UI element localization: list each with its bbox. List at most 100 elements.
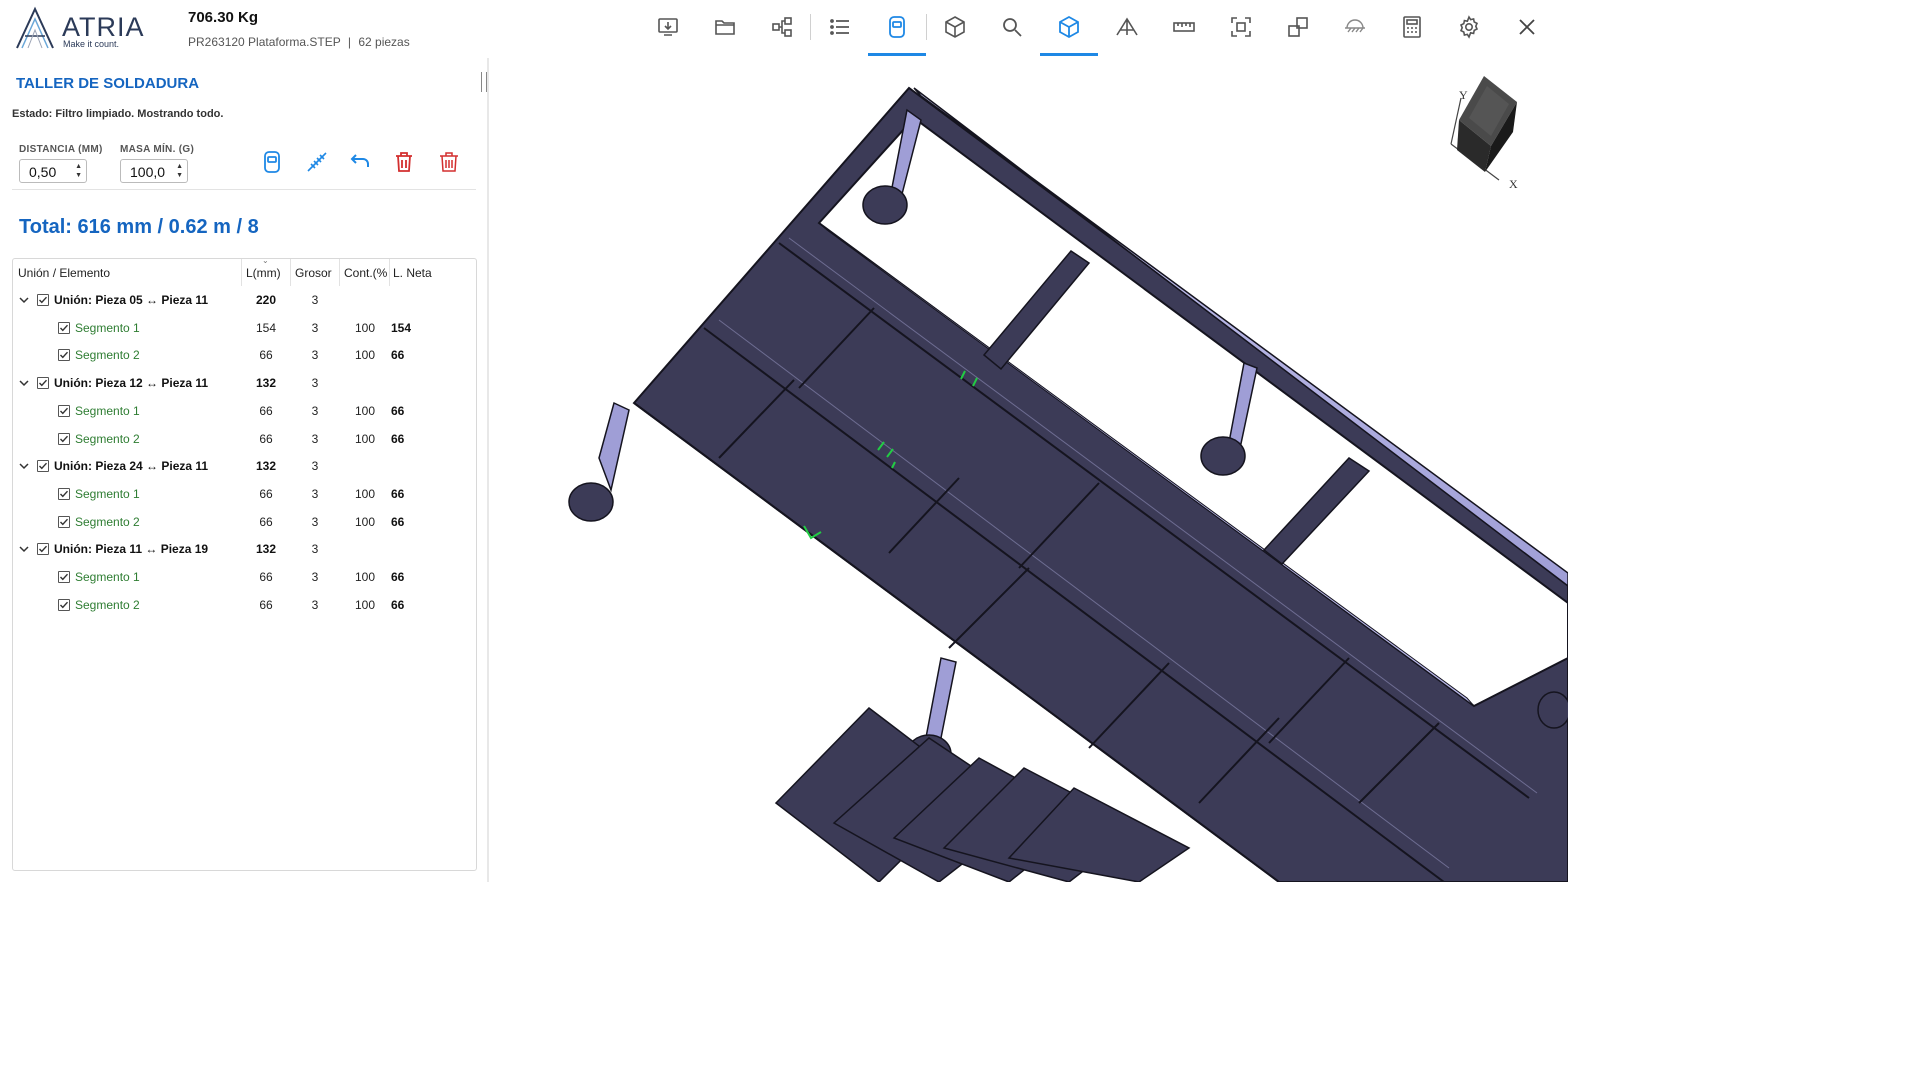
segment-net-length: 66: [391, 431, 405, 446]
table-row-segment[interactable]: Segmento 1 66 3 100 66: [13, 481, 476, 509]
segment-checkbox[interactable]: [58, 321, 70, 334]
import-icon[interactable]: [651, 8, 685, 46]
table-row-group[interactable]: Unión: Pieza 05 ↔ Pieza 11 220 3: [13, 287, 476, 315]
table-row-group[interactable]: Unión: Pieza 24 ↔ Pieza 11 132 3: [13, 453, 476, 481]
segment-length: 66: [259, 570, 273, 584]
group-length: 220: [255, 293, 277, 307]
segment-checkbox[interactable]: [58, 515, 70, 528]
assembly-tree-icon[interactable]: [765, 8, 799, 46]
group-checkbox[interactable]: [37, 377, 49, 390]
segment-name: Segmento 2: [75, 514, 140, 529]
delete-all-icon: [440, 152, 458, 172]
delete-button[interactable]: [390, 148, 418, 176]
header-length[interactable]: L(mm): [246, 266, 281, 280]
group-thickness: 3: [311, 376, 319, 391]
header-continuity[interactable]: Cont.(%: [344, 266, 387, 280]
group-checkbox[interactable]: [37, 294, 49, 306]
segment-net-length: 154: [391, 320, 412, 335]
segment-thickness: 3: [311, 514, 319, 529]
chevron-down-icon[interactable]: [18, 459, 30, 471]
table-row-group[interactable]: Unión: Pieza 12 ↔ Pieza 11 132 3: [13, 370, 476, 398]
undo-button[interactable]: [346, 148, 374, 176]
segment-checkbox[interactable]: [58, 349, 70, 362]
splitter-grip[interactable]: [481, 72, 487, 92]
table-row-group[interactable]: Unión: Pieza 11 ↔ Pieza 19 132 3: [13, 536, 476, 564]
segment-net-length: 66: [391, 597, 405, 612]
group-checkbox[interactable]: [37, 543, 49, 556]
group-length: 132: [255, 459, 277, 474]
weld-mask-icon[interactable]: [868, 8, 926, 56]
segment-name: Segmento 2: [75, 431, 140, 446]
table-row-segment[interactable]: Segmento 2 66 3 100 66: [13, 509, 476, 537]
segment-thickness: 3: [311, 597, 319, 612]
segment-continuity: 100: [354, 570, 376, 584]
group-length: 132: [255, 542, 277, 557]
model-weight: 706.30 Kg: [188, 9, 259, 26]
folder-icon[interactable]: [708, 8, 742, 46]
table-row-segment[interactable]: Segmento 1 154 3 100 154: [13, 315, 476, 343]
segment-name: Segmento 2: [75, 348, 140, 363]
table-row-segment[interactable]: Segmento 1 66 3 100 66: [13, 564, 476, 592]
chevron-down-icon[interactable]: [18, 293, 30, 305]
section-icon[interactable]: [1110, 8, 1144, 46]
group-checkbox[interactable]: [37, 460, 49, 473]
brand-tagline: Make it count.: [63, 39, 120, 49]
group-thickness: 3: [311, 293, 319, 307]
shapes-icon[interactable]: [1281, 8, 1315, 46]
weld-total: Total: 616 mm / 0.62 m / 8: [19, 216, 259, 238]
distance-stepper[interactable]: ▲ ▼: [75, 162, 82, 180]
segment-thickness: 3: [311, 570, 319, 584]
segment-continuity: 100: [354, 403, 376, 418]
segment-checkbox[interactable]: [58, 404, 70, 417]
segment-checkbox[interactable]: [58, 487, 70, 500]
segment-name: Segmento 2: [75, 597, 140, 612]
table-row-segment[interactable]: Segmento 2 66 3 100 66: [13, 342, 476, 370]
view-cube[interactable]: [1439, 76, 1539, 196]
segment-length: 66: [259, 514, 273, 529]
segment-checkbox[interactable]: [58, 598, 70, 611]
chevron-down-icon[interactable]: [18, 376, 30, 388]
zoom-icon[interactable]: [995, 8, 1029, 46]
chevron-down-icon[interactable]: [18, 542, 30, 554]
list-icon[interactable]: [823, 8, 857, 46]
segment-length: 66: [259, 486, 273, 501]
distance-input[interactable]: 0,50 ▲ ▼: [19, 159, 87, 183]
segment-continuity: 100: [354, 486, 376, 501]
segment-checkbox[interactable]: [58, 571, 70, 583]
platform-model[interactable]: [489, 58, 1568, 882]
group-name: Unión: Pieza 24 ↔ Pieza 11: [54, 459, 209, 474]
delete-all-button[interactable]: [435, 148, 463, 176]
mass-stepper[interactable]: ▲ ▼: [176, 162, 183, 180]
group-thickness: 3: [311, 542, 319, 557]
table-row-segment[interactable]: Segmento 1 66 3 100 66: [13, 398, 476, 426]
weld-mask-button[interactable]: [258, 148, 286, 176]
box-view-icon[interactable]: [938, 8, 972, 46]
segment-checkbox[interactable]: [58, 432, 70, 445]
weld-seam-button[interactable]: [303, 148, 331, 176]
table-row-segment[interactable]: Segmento 2 66 3 100 66: [13, 592, 476, 620]
segment-name: Segmento 1: [75, 486, 140, 501]
status-text: Estado: Filtro limpiado. Mostrando todo.: [12, 108, 224, 120]
header-element[interactable]: Unión / Elemento: [18, 266, 110, 280]
segment-thickness: 3: [311, 348, 319, 363]
cube-active-icon[interactable]: [1040, 8, 1098, 56]
atria-logo: ATRIA Make it count.: [14, 6, 154, 52]
header-net-length[interactable]: L. Neta: [393, 266, 432, 280]
header-thickness[interactable]: Grosor: [295, 266, 332, 280]
fit-view-icon[interactable]: [1224, 8, 1258, 46]
delete-icon: [396, 152, 412, 172]
segment-name: Segmento 1: [75, 570, 140, 584]
segment-thickness: 3: [311, 403, 319, 418]
calculator-icon[interactable]: [1395, 8, 1429, 46]
sort-chevron-icon: ⌄: [262, 256, 269, 265]
mass-input[interactable]: 100,0 ▲ ▼: [120, 159, 188, 183]
close-icon[interactable]: [1510, 8, 1544, 46]
gear-icon[interactable]: [1452, 8, 1486, 46]
table-row-segment[interactable]: Segmento 2 66 3 100 66: [13, 426, 476, 454]
model-viewport[interactable]: Y X: [489, 58, 1568, 882]
segment-net-length: 66: [391, 514, 405, 529]
plane-icon[interactable]: [1338, 8, 1372, 46]
ruler-icon[interactable]: [1167, 8, 1201, 46]
segment-net-length: 66: [391, 403, 405, 418]
group-name: Unión: Pieza 12 ↔ Pieza 11: [54, 376, 209, 391]
